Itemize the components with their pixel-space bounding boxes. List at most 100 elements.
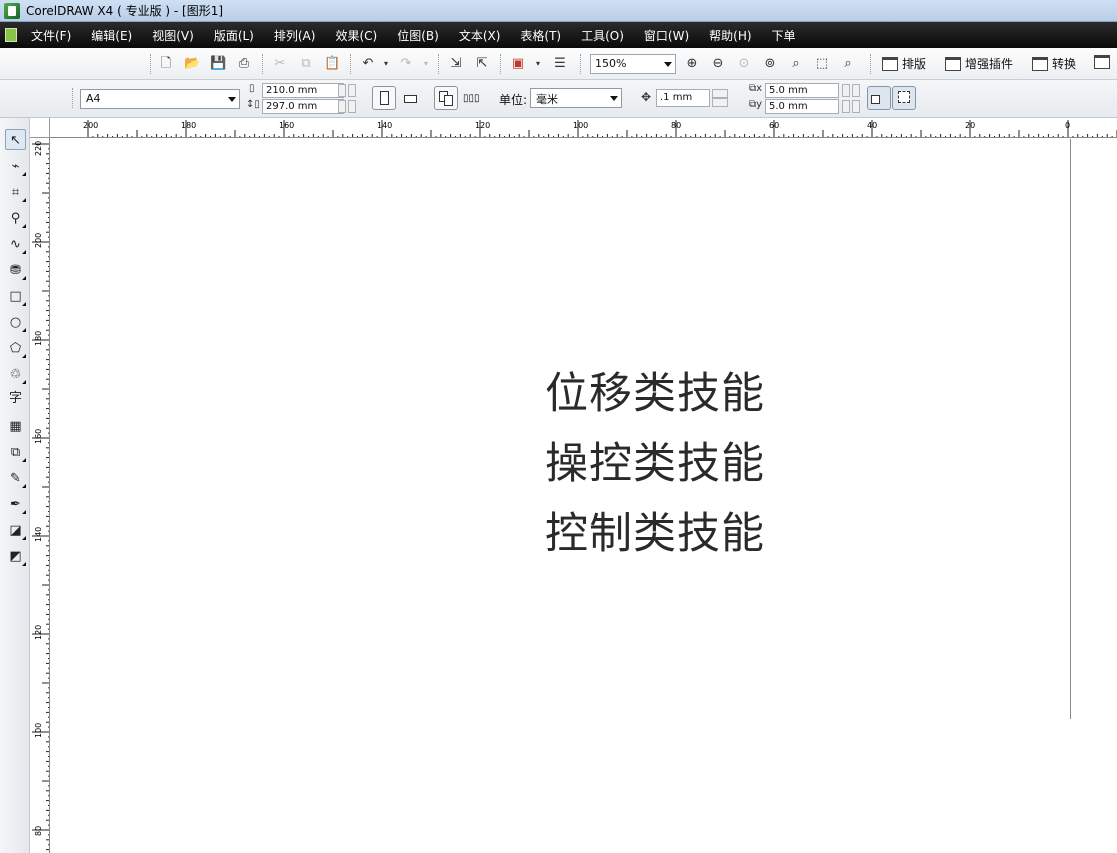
- portrait-button[interactable]: [372, 86, 396, 110]
- menu-tools[interactable]: 工具(O): [581, 27, 624, 44]
- menu-layout[interactable]: 版面(L): [214, 27, 254, 44]
- fill-tool-icon[interactable]: ◪: [5, 520, 26, 541]
- menu-order[interactable]: 下单: [772, 27, 796, 44]
- page-width-field[interactable]: 210.0 mm: [262, 83, 344, 98]
- document-icon[interactable]: [5, 28, 17, 42]
- toolbox: ↖ ⌁ ⌗ ⚲ ∿ ⛃ □ ○ ⬠ ♲ 字 ▦ ⧉ ✎ ✒ ◪ ◩: [0, 118, 30, 853]
- landscape-button[interactable]: [398, 86, 422, 110]
- duplicate-x-field[interactable]: 5.0 mm: [765, 83, 839, 98]
- units-select[interactable]: 毫米: [530, 88, 622, 108]
- zoom-level-select[interactable]: 150%: [590, 54, 676, 74]
- current-page-icon[interactable]: ▯▯▯: [463, 93, 480, 104]
- zoom-page-height-icon[interactable]: ⌕: [840, 56, 856, 72]
- cut-icon[interactable]: ✂: [272, 56, 288, 72]
- treat-as-filled-button[interactable]: [867, 86, 891, 110]
- nudge-spin-up[interactable]: [712, 89, 728, 98]
- rectangle-tool-icon[interactable]: □: [5, 286, 26, 307]
- vruler-label-140: 140: [34, 527, 43, 542]
- horizontal-ruler[interactable]: 200 180 160 140 120 100 80 60 40 20 0: [50, 118, 1117, 138]
- open-icon[interactable]: 📂: [184, 56, 200, 72]
- freehand-tool-icon[interactable]: ∿: [5, 234, 26, 255]
- redo-dropdown-icon[interactable]: ▾: [418, 56, 434, 72]
- height-spin-up[interactable]: [348, 100, 356, 113]
- polygon-tool-icon[interactable]: ⬠: [5, 338, 26, 359]
- hruler-label-200: 200: [83, 121, 98, 130]
- menu-bitmaps[interactable]: 位图(B): [397, 27, 439, 44]
- menu-edit[interactable]: 编辑(E): [91, 27, 132, 44]
- copy-icon[interactable]: ⧉: [298, 56, 314, 72]
- paste-icon[interactable]: 📋: [324, 56, 340, 72]
- duplicate-y-icon: ⧉y: [749, 99, 763, 110]
- convert-icon: [1032, 56, 1048, 71]
- chevron-down-icon: [610, 96, 618, 101]
- zoom-tool-icon[interactable]: ⚲: [5, 208, 26, 229]
- eyedropper-tool-icon[interactable]: ✎: [5, 468, 26, 489]
- artistic-text-object[interactable]: 位移类技能 操控类技能 控制类技能: [545, 359, 765, 569]
- zoom-level-value: 150%: [595, 57, 627, 70]
- paper-size-select[interactable]: A4: [80, 89, 240, 109]
- menu-effects[interactable]: 效果(C): [335, 27, 377, 44]
- zoom-selected-icon[interactable]: ⊙: [736, 56, 752, 72]
- toolbar-grip[interactable]: [72, 88, 73, 108]
- launcher-dropdown-icon[interactable]: ▾: [530, 56, 546, 72]
- application-launcher-icon[interactable]: ▣: [510, 56, 526, 72]
- zoom-page-icon[interactable]: ⌕: [788, 56, 804, 72]
- undo-icon[interactable]: ↶: [360, 56, 376, 72]
- welcome-screen-icon[interactable]: ☰: [552, 56, 568, 72]
- height-spin-down[interactable]: [338, 100, 346, 113]
- menu-text[interactable]: 文本(X): [459, 27, 501, 44]
- basic-shapes-tool-icon[interactable]: ♲: [5, 364, 26, 385]
- drawing-canvas[interactable]: 位移类技能 操控类技能 控制类技能: [51, 139, 1117, 853]
- nudge-distance-field[interactable]: .1 mm: [656, 89, 710, 107]
- toolbar-grip[interactable]: [150, 54, 151, 74]
- new-document-icon[interactable]: 🗋: [158, 56, 174, 72]
- menu-help[interactable]: 帮助(H): [709, 27, 751, 44]
- dup-y-spin-down[interactable]: [842, 100, 850, 113]
- pick-tool-icon[interactable]: ↖: [5, 129, 26, 150]
- page-height-icon: ↕▯: [246, 99, 260, 110]
- import-icon[interactable]: ⇲: [448, 56, 464, 72]
- zoom-out-icon[interactable]: ⊖: [710, 56, 726, 72]
- zoom-all-objects-icon[interactable]: ⊚: [762, 56, 778, 72]
- menu-file[interactable]: 文件(F): [31, 27, 71, 44]
- text-tool-icon[interactable]: 字: [5, 388, 26, 409]
- page-height-field[interactable]: 297.0 mm: [262, 99, 344, 114]
- units-label: 单位:: [499, 93, 528, 107]
- zoom-page-width-icon[interactable]: ⬚: [814, 56, 830, 72]
- enhanced-plugin-button[interactable]: 增强插件: [945, 55, 1013, 72]
- menu-window[interactable]: 窗口(W): [644, 27, 689, 44]
- menu-table[interactable]: 表格(T): [520, 27, 561, 44]
- table-tool-icon[interactable]: ▦: [5, 416, 26, 437]
- ruler-origin[interactable]: [30, 118, 50, 138]
- dup-x-spin-up[interactable]: [852, 84, 860, 97]
- undo-dropdown-icon[interactable]: ▾: [378, 56, 394, 72]
- smart-fill-tool-icon[interactable]: ⛃: [5, 260, 26, 281]
- outline-tool-icon[interactable]: ✒: [5, 494, 26, 515]
- zoom-in-icon[interactable]: ⊕: [684, 56, 700, 72]
- shape-tool-icon[interactable]: ⌁: [5, 156, 26, 177]
- save-icon[interactable]: 💾: [210, 56, 226, 72]
- hruler-label-120: 120: [475, 121, 490, 130]
- export-icon[interactable]: ⇱: [474, 56, 490, 72]
- typesetting-button[interactable]: 排版: [882, 55, 926, 72]
- redo-icon[interactable]: ↷: [398, 56, 414, 72]
- snap-objects-button[interactable]: [892, 86, 916, 110]
- menu-view[interactable]: 视图(V): [152, 27, 194, 44]
- convert-button[interactable]: 转换: [1032, 55, 1076, 72]
- width-spin-down[interactable]: [338, 84, 346, 97]
- print-icon[interactable]: ⎙: [236, 56, 252, 72]
- vertical-ruler[interactable]: 220 200 180 160 140 120 100 80: [30, 138, 50, 853]
- all-pages-button[interactable]: [434, 86, 458, 110]
- dup-y-spin-up[interactable]: [852, 100, 860, 113]
- ellipse-tool-icon[interactable]: ○: [5, 312, 26, 333]
- paper-size-value: A4: [86, 92, 101, 105]
- nudge-spin-down[interactable]: [712, 98, 728, 107]
- interactive-blend-tool-icon[interactable]: ⧉: [5, 442, 26, 463]
- width-spin-up[interactable]: [348, 84, 356, 97]
- overflow-button[interactable]: [1094, 55, 1110, 69]
- dup-x-spin-down[interactable]: [842, 84, 850, 97]
- menu-arrange[interactable]: 排列(A): [274, 27, 316, 44]
- duplicate-y-field[interactable]: 5.0 mm: [765, 99, 839, 114]
- interactive-fill-tool-icon[interactable]: ◩: [5, 546, 26, 567]
- crop-tool-icon[interactable]: ⌗: [5, 182, 26, 203]
